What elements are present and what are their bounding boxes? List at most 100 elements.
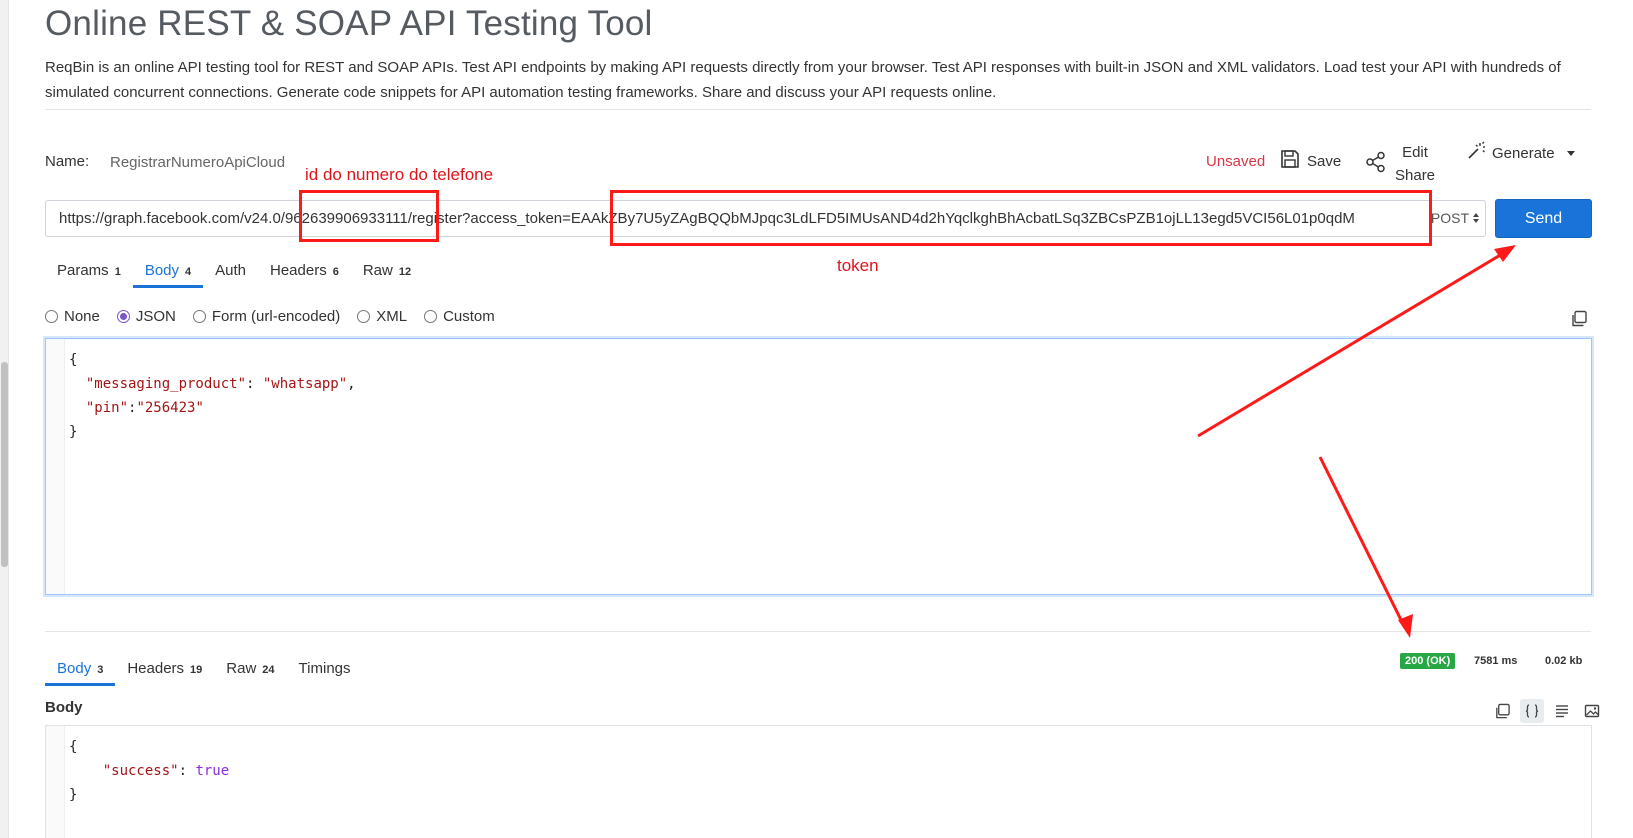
tab-count: 19 bbox=[190, 664, 203, 676]
radio-xml[interactable]: XML bbox=[357, 308, 407, 325]
edit-label[interactable]: Edit bbox=[1395, 141, 1435, 164]
code-brace: { bbox=[69, 352, 78, 368]
tab-count: 3 bbox=[97, 664, 104, 676]
request-name-label: Name: bbox=[45, 153, 90, 170]
response-view-toolbar bbox=[1490, 699, 1604, 723]
divider-top bbox=[45, 109, 1591, 110]
tab-auth[interactable]: Auth bbox=[203, 262, 258, 286]
save-label: Save bbox=[1307, 152, 1342, 170]
text-view-icon[interactable] bbox=[1550, 699, 1574, 723]
share-label[interactable]: Share bbox=[1395, 164, 1435, 187]
code-brace: { bbox=[69, 739, 78, 755]
response-body-editor[interactable]: { "success": true } bbox=[45, 725, 1592, 838]
response-time: 7581 ms bbox=[1474, 655, 1518, 667]
code-sep: : bbox=[178, 763, 196, 779]
radio-label: None bbox=[64, 308, 100, 325]
tab-count: 24 bbox=[262, 664, 275, 676]
annotation-box-token bbox=[610, 190, 1432, 246]
code-key: "pin" bbox=[85, 400, 129, 416]
tab-count: 12 bbox=[398, 266, 412, 278]
share-button[interactable]: Edit Share bbox=[1365, 141, 1435, 187]
code-key: "messaging_product" bbox=[85, 376, 247, 392]
tab-label: Raw bbox=[362, 262, 393, 279]
radio-json[interactable]: JSON bbox=[116, 308, 176, 325]
code-brace: } bbox=[69, 424, 78, 440]
tab-label: Headers bbox=[270, 262, 327, 279]
request-name-value[interactable]: RegistrarNumeroApiCloud bbox=[110, 154, 285, 171]
radio-form[interactable]: Form (url-encoded) bbox=[192, 308, 341, 325]
tab-headers[interactable]: Headers 6 bbox=[258, 262, 351, 286]
generate-button[interactable]: Generate bbox=[1466, 140, 1575, 166]
radio-none[interactable]: None bbox=[45, 308, 100, 325]
editor-gutter bbox=[46, 726, 65, 838]
code-sep: , bbox=[347, 376, 356, 392]
radio-custom[interactable]: Custom bbox=[424, 308, 495, 325]
copy-icon[interactable] bbox=[1570, 310, 1588, 333]
request-tabs: Params 1 Body 4 Auth Headers 6 Raw 12 bbox=[45, 262, 423, 288]
body-type-radios: None JSON Form (url-encoded) XML Custom bbox=[45, 308, 495, 325]
radio-button-selected[interactable] bbox=[116, 310, 130, 323]
status-badge: 200 (OK) bbox=[1400, 653, 1456, 669]
magic-wand-icon bbox=[1466, 141, 1486, 165]
tab-count: 6 bbox=[332, 266, 339, 278]
tab-label: Body bbox=[57, 660, 92, 677]
tab-label: Auth bbox=[215, 262, 246, 279]
tab-label: Raw bbox=[226, 660, 257, 677]
request-body-editor[interactable]: { "messaging_product": "whatsapp", "pin"… bbox=[45, 338, 1592, 595]
radio-button[interactable] bbox=[424, 310, 438, 323]
tab-raw[interactable]: Raw 12 bbox=[351, 262, 423, 286]
json-view-icon[interactable] bbox=[1520, 699, 1544, 723]
code-brace: } bbox=[69, 787, 78, 803]
select-arrows-icon bbox=[1473, 213, 1479, 223]
page-scrollbar-thumb[interactable] bbox=[1, 362, 8, 567]
method-value: POST bbox=[1430, 210, 1469, 226]
code-value: true bbox=[195, 763, 230, 779]
annotation-arrowhead-send bbox=[1494, 245, 1516, 262]
response-body-code[interactable]: { "success": true } bbox=[69, 735, 229, 807]
radio-label: Form (url-encoded) bbox=[211, 308, 341, 325]
unsaved-indicator: Unsaved bbox=[1206, 153, 1266, 170]
share-icon bbox=[1365, 151, 1387, 178]
tab-response-body[interactable]: Body 3 bbox=[45, 660, 116, 686]
copy-icon[interactable] bbox=[1490, 699, 1514, 723]
tab-count: 1 bbox=[114, 266, 121, 278]
method-select[interactable]: POST bbox=[1424, 210, 1479, 226]
tab-label: Headers bbox=[127, 660, 185, 677]
tab-body[interactable]: Body 4 bbox=[132, 262, 204, 288]
radio-label: XML bbox=[376, 308, 408, 325]
annotation-label-phone-id: id do numero do telefone bbox=[305, 165, 494, 184]
save-icon bbox=[1280, 149, 1300, 173]
code-value: "256423" bbox=[136, 400, 204, 416]
page-scrollbar[interactable] bbox=[0, 0, 9, 838]
chevron-down-icon bbox=[1566, 150, 1575, 156]
divider-middle bbox=[45, 631, 1591, 632]
tab-params[interactable]: Params 1 bbox=[45, 262, 133, 286]
tab-label: Params bbox=[57, 262, 109, 279]
tab-label: Body bbox=[144, 262, 180, 279]
send-button[interactable]: Send bbox=[1495, 199, 1592, 238]
response-tabs: Body 3 Headers 19 Raw 24 Timings bbox=[45, 660, 363, 686]
tab-response-timings[interactable]: Timings bbox=[287, 660, 363, 684]
page-intro: ReqBin is an online API testing tool for… bbox=[45, 59, 1561, 101]
radio-button[interactable] bbox=[45, 310, 58, 323]
annotation-box-phone-id bbox=[299, 190, 439, 242]
page-title: Online REST & SOAP API Testing Tool bbox=[45, 4, 653, 43]
generate-label: Generate bbox=[1492, 144, 1555, 162]
code-value: "whatsapp" bbox=[262, 376, 348, 392]
radio-button[interactable] bbox=[192, 310, 206, 323]
tab-label: Timings bbox=[298, 660, 351, 677]
code-sep: : bbox=[246, 376, 263, 392]
radio-label: JSON bbox=[135, 308, 176, 325]
radio-button[interactable] bbox=[357, 310, 371, 323]
tab-response-raw[interactable]: Raw 24 bbox=[214, 660, 286, 684]
response-size: 0.02 kb bbox=[1545, 655, 1583, 667]
annotation-arrowhead-status bbox=[1398, 614, 1413, 638]
request-body-code[interactable]: { "messaging_product": "whatsapp", "pin"… bbox=[69, 348, 356, 444]
annotation-label-token: token bbox=[837, 256, 879, 275]
tab-response-headers[interactable]: Headers 19 bbox=[115, 660, 214, 684]
save-button[interactable]: Save bbox=[1280, 148, 1341, 174]
response-body-heading: Body bbox=[45, 699, 83, 716]
radio-label: Custom bbox=[443, 308, 495, 325]
tab-count: 4 bbox=[185, 266, 192, 278]
image-view-icon[interactable] bbox=[1580, 699, 1604, 723]
